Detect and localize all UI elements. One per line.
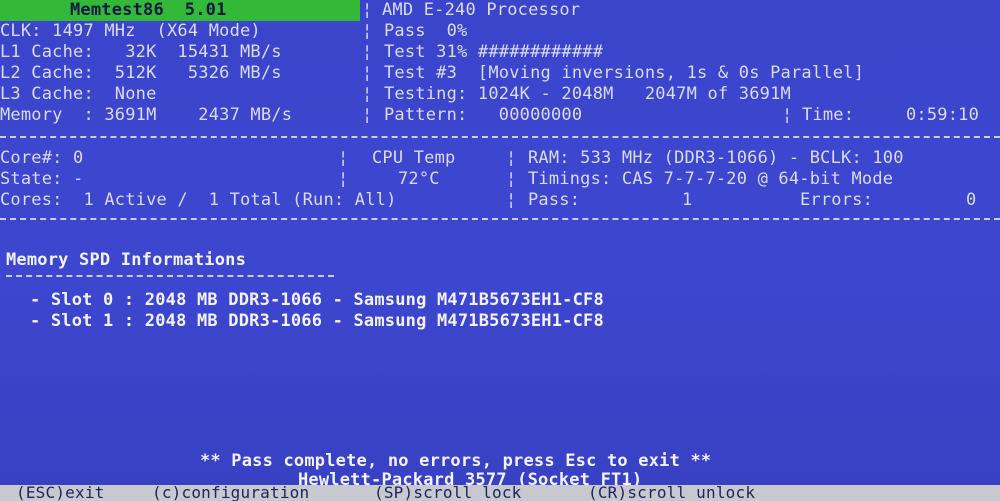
timings-info: Timings: CAS 7-7-7-20 @ 64-bit Mode (528, 169, 894, 189)
pass-count-label: Pass: (528, 190, 581, 210)
divider (0, 218, 1000, 220)
memory-info: Memory : 3691M 2437 MB/s (0, 105, 293, 125)
separator: ¦ (338, 169, 349, 189)
core-number: Core#: 0 (0, 148, 84, 168)
title-bar: Memtest86 5.01 (0, 0, 360, 21)
separator: ¦ (362, 42, 373, 62)
time-value: 0:59:10 (906, 105, 980, 125)
footer-key-bar: (ESC)exit (c)configuration (SP)scroll_lo… (0, 483, 1000, 501)
test-progress: Test 31% ############ (384, 42, 604, 62)
separator: ¦ (362, 84, 373, 104)
pattern-info: Pattern: 00000000 (384, 105, 583, 125)
spd-slot-0: - Slot 0 : 2048 MB DDR3-1066 - Samsung M… (30, 290, 604, 310)
testing-range: Testing: 1024K - 2048M 2047M of 3691M (384, 84, 791, 104)
l3-cache-info: L3 Cache: None (0, 84, 157, 104)
l2-cache-info: L2 Cache: 512K 5326 MB/s (0, 63, 282, 83)
test-number: Test #3 [Moving inversions, 1s & 0s Para… (384, 63, 865, 83)
ram-info: RAM: 533 MHz (DDR3-1066) - BCLK: 100 (528, 148, 904, 168)
spd-slot-1: - Slot 1 : 2048 MB DDR3-1066 - Samsung M… (30, 311, 604, 331)
scroll-unlock-key[interactable]: (CR)scroll_unlock (588, 483, 755, 501)
divider (0, 136, 1000, 138)
separator: ¦ (506, 169, 517, 189)
separator: ¦ (362, 105, 373, 125)
separator: ¦ (362, 63, 373, 83)
clock-info: CLK: 1497 MHz (X64 Mode) (0, 21, 261, 41)
configuration-key[interactable]: (c)configuration (152, 483, 309, 501)
pass-count-value: 1 (682, 190, 693, 210)
errors-value: 0 (966, 190, 977, 210)
errors-label: Errors: (800, 190, 874, 210)
separator: ¦ (506, 190, 517, 210)
separator: ¦ (506, 148, 517, 168)
state-info: State: - (0, 169, 84, 189)
time-label: Time: (802, 105, 855, 125)
cpu-temp-label: CPU Temp (372, 148, 456, 168)
separator: ¦ (338, 148, 349, 168)
pass-percent: Pass 0% (384, 21, 468, 41)
spd-heading-underline (6, 275, 334, 277)
cpu-temp-value: 72°C (398, 169, 440, 189)
scroll-lock-key[interactable]: (SP)scroll_lock (374, 483, 522, 501)
separator: ¦ (362, 0, 373, 20)
esc-exit-key[interactable]: (ESC)exit (16, 483, 105, 501)
spd-heading: Memory SPD Informations (6, 250, 247, 270)
app-title: Memtest86 5.01 (70, 0, 227, 20)
pass-complete-message: ** Pass complete, no errors, press Esc t… (200, 451, 712, 471)
cores-info: Cores: 1 Active / 1 Total (Run: All) (0, 190, 397, 210)
separator: ¦ (362, 21, 373, 41)
memtest-screen: Memtest86 5.01 ¦ ¦ ¦ ¦ ¦ ¦ AMD E-240 Pro… (0, 0, 1000, 501)
l1-cache-info: L1 Cache: 32K 15431 MB/s (0, 42, 282, 62)
processor-name: AMD E-240 Processor (382, 0, 581, 20)
separator: ¦ (782, 105, 793, 125)
